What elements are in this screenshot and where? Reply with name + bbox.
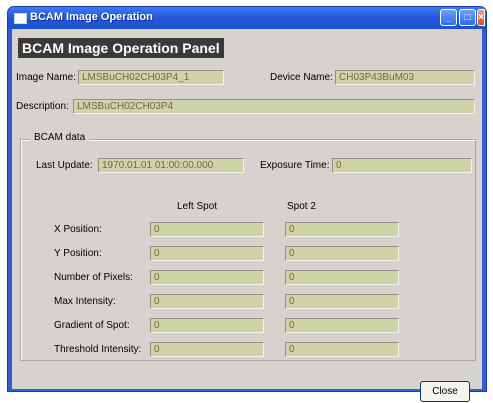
max-intensity-left-field[interactable]: 0 bbox=[150, 294, 264, 309]
image-name-field[interactable]: LMSBuCH02CH03P4_1 bbox=[78, 70, 224, 85]
close-button[interactable]: Close bbox=[420, 381, 470, 402]
gradient-of-spot-left-field[interactable]: 0 bbox=[150, 318, 264, 333]
left-spot-header: Left Spot bbox=[177, 201, 218, 212]
minimize-button[interactable]: _ bbox=[440, 9, 457, 26]
y-position-left-field[interactable]: 0 bbox=[150, 246, 264, 261]
y-position-label: Y Position: bbox=[54, 248, 102, 259]
last-update-label: Last Update: bbox=[36, 160, 93, 171]
spot2-header: Spot 2 bbox=[287, 201, 316, 212]
panel-title: BCAM Image Operation Panel bbox=[18, 38, 224, 58]
minimize-icon: _ bbox=[445, 12, 452, 23]
threshold-intensity-label: Threshold Intensity: bbox=[54, 344, 142, 355]
max-intensity-spot2-field[interactable]: 0 bbox=[285, 294, 399, 309]
device-name-label: Device Name: bbox=[270, 72, 333, 83]
maximize-icon: □ bbox=[464, 12, 471, 23]
description-field[interactable]: LMSBuCH02CH03P4 bbox=[73, 99, 475, 114]
threshold-intensity-left-field[interactable]: 0 bbox=[150, 342, 264, 357]
exposure-time-field[interactable]: 0 bbox=[332, 158, 472, 173]
last-update-field[interactable]: 1970.01.01 01:00:00.000 bbox=[98, 158, 244, 173]
close-icon: × bbox=[478, 12, 484, 23]
x-position-spot2-field[interactable]: 0 bbox=[285, 222, 399, 237]
threshold-intensity-spot2-field[interactable]: 0 bbox=[285, 342, 399, 357]
maximize-button[interactable]: □ bbox=[459, 9, 476, 26]
title-bar[interactable]: BCAM Image Operation _ □ × bbox=[8, 7, 486, 29]
device-name-field[interactable]: CH03P43BuM03 bbox=[335, 70, 475, 85]
number-of-pixels-label: Number of Pixels: bbox=[54, 272, 133, 283]
image-name-label: Image Name: bbox=[16, 72, 77, 83]
x-position-left-field[interactable]: 0 bbox=[150, 222, 264, 237]
y-position-spot2-field[interactable]: 0 bbox=[285, 246, 399, 261]
number-of-pixels-left-field[interactable]: 0 bbox=[150, 270, 264, 285]
window-title: BCAM Image Operation bbox=[30, 11, 153, 23]
gradient-of-spot-spot2-field[interactable]: 0 bbox=[285, 318, 399, 333]
description-label: Description: bbox=[16, 101, 69, 112]
bcam-data-group-title: BCAM data bbox=[30, 132, 90, 143]
close-window-button[interactable]: × bbox=[477, 9, 485, 26]
app-window: BCAM Image Operation _ □ × BCAM Image Op… bbox=[7, 6, 487, 402]
dialog-client-area: BCAM Image Operation Panel Image Name: L… bbox=[12, 29, 482, 402]
x-position-label: X Position: bbox=[54, 224, 102, 235]
max-intensity-label: Max Intensity: bbox=[54, 296, 116, 307]
gradient-of-spot-label: Gradient of Spot: bbox=[54, 320, 130, 331]
number-of-pixels-spot2-field[interactable]: 0 bbox=[285, 270, 399, 285]
window-app-icon bbox=[14, 13, 27, 24]
exposure-time-label: Exposure Time: bbox=[260, 160, 330, 171]
